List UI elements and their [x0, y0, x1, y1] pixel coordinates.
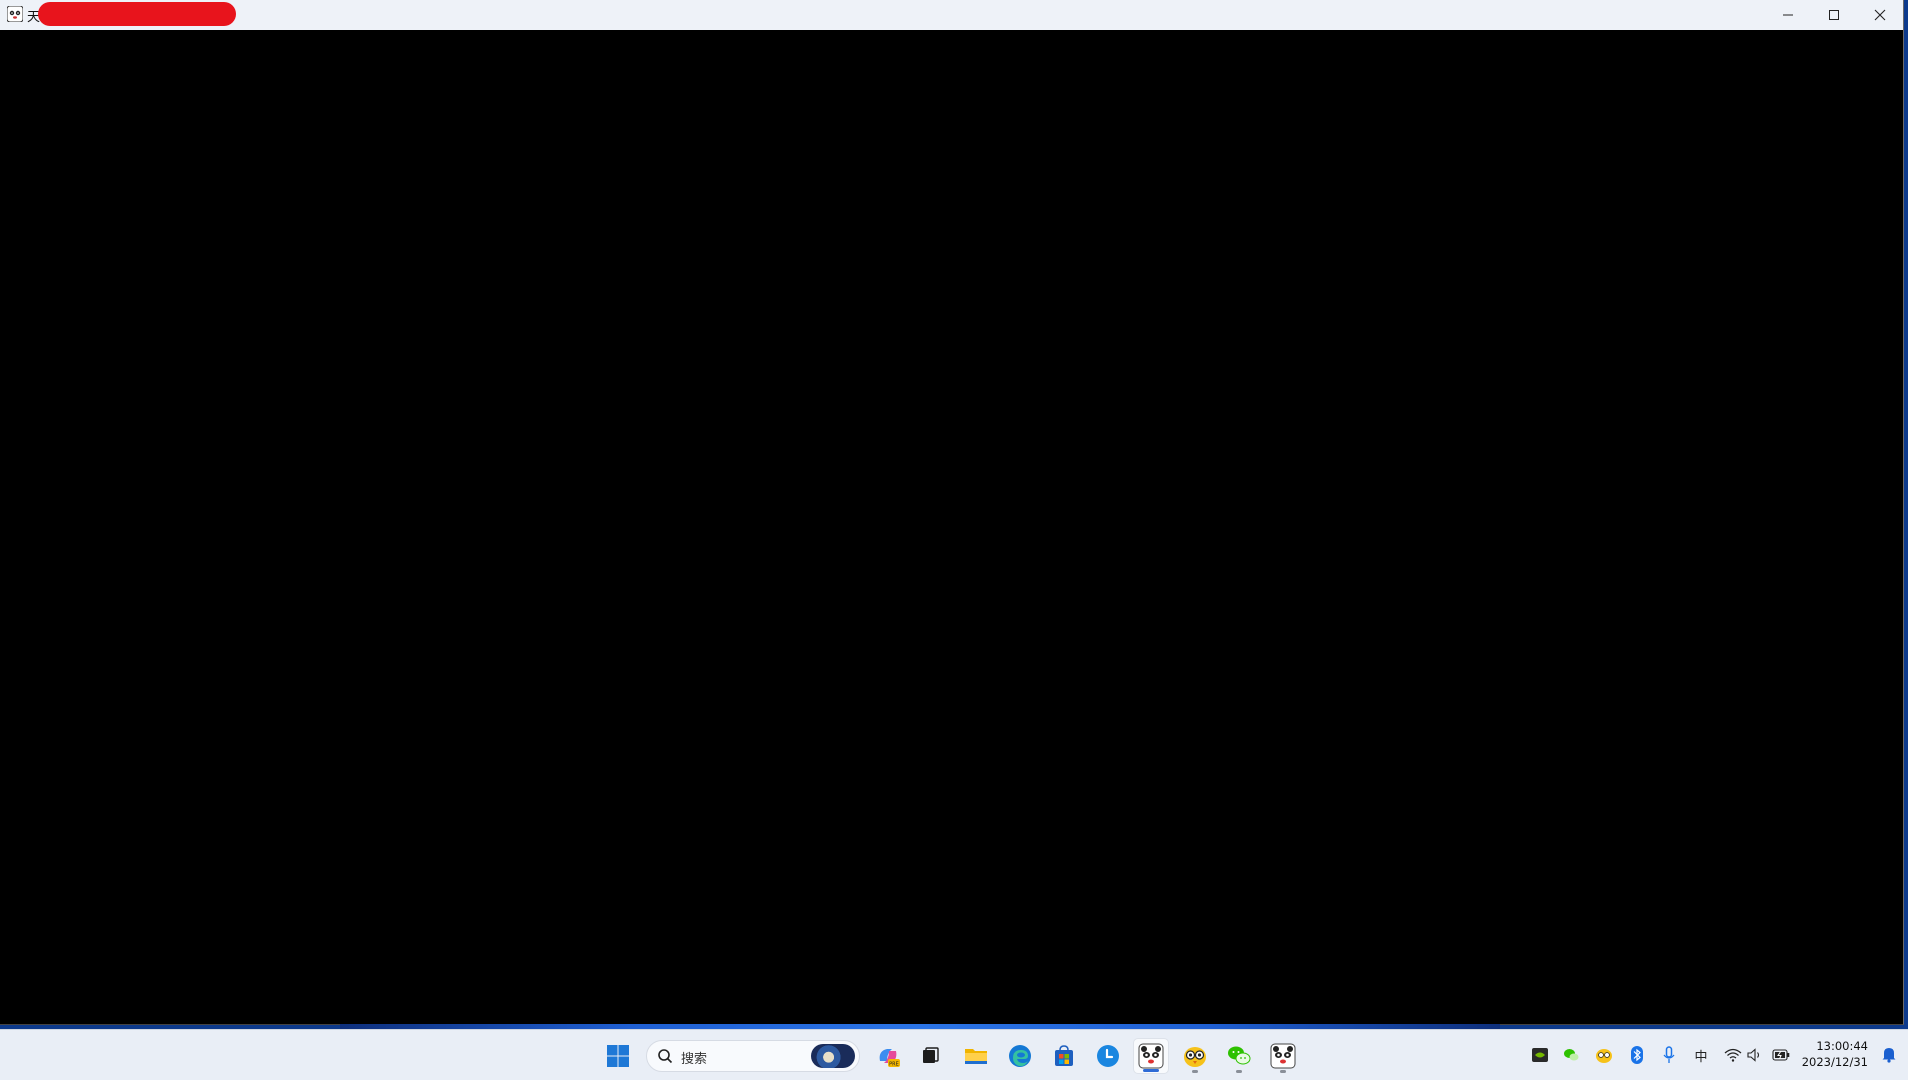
minimize-icon: [1783, 14, 1793, 16]
svg-text:PRE: PRE: [889, 1062, 899, 1068]
nvidia-tray-icon[interactable]: [1530, 1045, 1550, 1065]
task-view-icon: [923, 1047, 939, 1063]
store-icon: [1055, 1045, 1073, 1066]
maximize-button[interactable]: [1811, 0, 1857, 30]
maximize-icon: [1829, 10, 1839, 20]
clock-date: 2023/12/31: [1801, 1055, 1868, 1069]
volume-icon[interactable]: [1745, 1045, 1765, 1065]
notification-bell-icon[interactable]: [1880, 1045, 1898, 1063]
search-placeholder: 搜索: [681, 1052, 708, 1067]
owl-tray-icon[interactable]: [1594, 1045, 1614, 1065]
store-button[interactable]: [1046, 1038, 1082, 1074]
panda-icon: [7, 6, 23, 22]
owl-app-button[interactable]: [1177, 1038, 1213, 1074]
close-button[interactable]: [1857, 0, 1903, 30]
redaction-mark: [38, 2, 236, 26]
ime-indicator[interactable]: 中: [1691, 1045, 1711, 1065]
search-icon: [658, 1049, 673, 1064]
microphone-icon[interactable]: [1659, 1045, 1679, 1065]
wifi-icon[interactable]: [1723, 1045, 1743, 1065]
panda-app-2-button[interactable]: [1265, 1038, 1301, 1074]
wechat-icon: [1228, 1046, 1251, 1065]
search-highlight-image: [811, 1044, 855, 1068]
owl-icon: [1184, 1047, 1206, 1067]
edge-button[interactable]: [1002, 1038, 1038, 1074]
copilot-icon: PRE: [879, 1049, 900, 1068]
taskbar-search[interactable]: 搜索: [646, 1040, 860, 1072]
minimize-button[interactable]: [1765, 0, 1811, 30]
wechat-button[interactable]: [1221, 1038, 1257, 1074]
windows-logo-icon: [607, 1045, 629, 1067]
panda-icon: [1138, 1043, 1164, 1069]
panda-app-button[interactable]: [1133, 1038, 1169, 1074]
system-clock[interactable]: 13:00:44 2023/12/31: [1802, 1038, 1868, 1070]
running-indicator: [1236, 1070, 1242, 1073]
clock-app-button[interactable]: [1090, 1038, 1126, 1074]
copilot-button[interactable]: PRE: [870, 1038, 906, 1074]
active-indicator: [1143, 1069, 1159, 1072]
clock-icon: [1097, 1045, 1119, 1067]
edge-icon: [1009, 1045, 1031, 1067]
battery-icon[interactable]: [1771, 1045, 1791, 1065]
bluetooth-icon[interactable]: [1627, 1045, 1647, 1065]
app-window: 天: [0, 0, 1904, 1025]
close-icon: [1874, 9, 1886, 21]
running-indicator: [1192, 1070, 1198, 1073]
clock-time: 13:00:44: [1816, 1039, 1868, 1053]
title-bar[interactable]: 天: [0, 0, 1903, 31]
running-indicator: [1280, 1070, 1286, 1073]
folder-icon: [965, 1049, 987, 1064]
start-button[interactable]: [600, 1038, 636, 1074]
file-explorer-button[interactable]: [958, 1038, 994, 1074]
window-content[interactable]: [0, 30, 1903, 1024]
task-view-button[interactable]: [912, 1038, 948, 1074]
panda-icon: [1270, 1043, 1296, 1069]
wechat-tray-icon[interactable]: [1561, 1045, 1581, 1065]
taskbar: 搜索 PRE 中 13:00:44 2023/12/31: [0, 1029, 1908, 1080]
